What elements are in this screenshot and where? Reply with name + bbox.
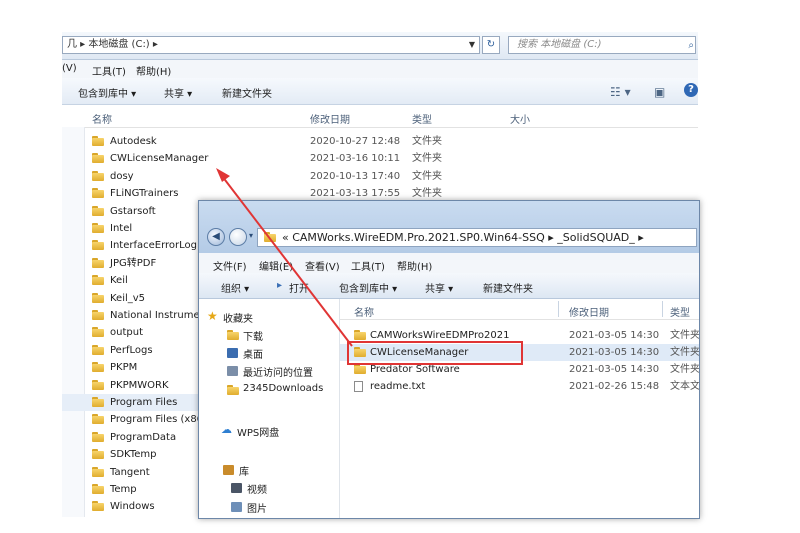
arrow-head: [216, 168, 230, 182]
arrow-line: [221, 175, 353, 347]
annotation-arrow: [216, 168, 353, 347]
